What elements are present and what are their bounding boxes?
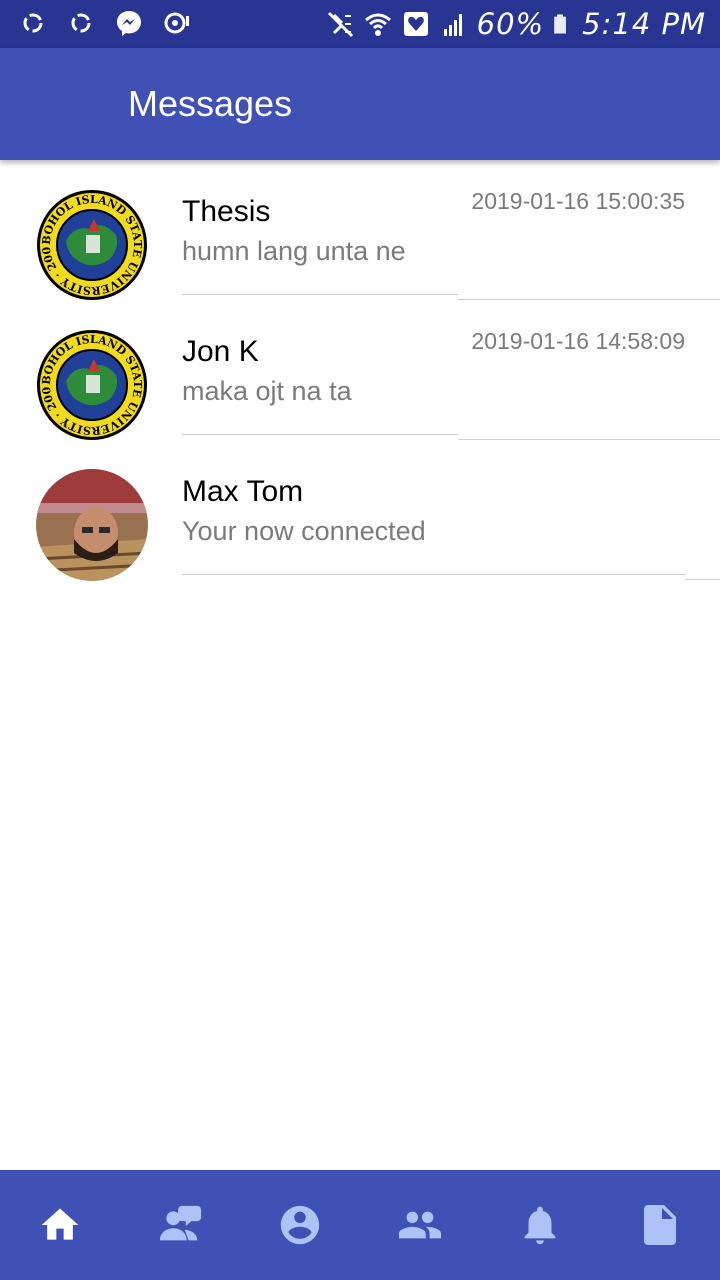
avatar: BOHOL ISLAND STATE UNIVERSITY · 2009 ·: [36, 329, 148, 441]
bottom-navigation: [0, 1170, 720, 1280]
battery-icon: [554, 14, 567, 34]
conversation-name: Max Tom: [182, 475, 304, 508]
nav-home[interactable]: [0, 1170, 120, 1280]
nav-profile[interactable]: [240, 1170, 360, 1280]
people-chat-icon: [159, 1205, 202, 1241]
divider: [458, 439, 720, 440]
conversation-preview: Your now connected: [182, 516, 426, 546]
group-icon: [398, 1211, 442, 1239]
clock: 5:14 PM: [582, 7, 706, 41]
home-icon: [41, 1208, 79, 1240]
avatar: BOHOL ISLAND STATE UNIVERSITY · 2009 ·: [36, 189, 148, 301]
account-circle-icon: [280, 1205, 320, 1245]
status-bar: 60% 5:14 PM: [0, 0, 720, 48]
conversation-item[interactable]: Max Tom Your now connected: [0, 440, 720, 581]
media-icon: [164, 12, 189, 34]
divider: [686, 579, 720, 580]
bell-icon: [524, 1206, 556, 1245]
university-seal-icon: BOHOL ISLAND STATE UNIVERSITY · 2009 ·: [36, 329, 147, 440]
signal-icon: [443, 14, 462, 36]
page-title: Messages: [128, 83, 293, 124]
conversation-name: Jon K: [182, 335, 259, 368]
conversation-item[interactable]: BOHOL ISLAND STATE UNIVERSITY · 2009 · J…: [0, 300, 720, 440]
conversation-time: 2019-01-16 14:58:09: [471, 328, 685, 354]
system-indicators: 60% 5:14 PM: [325, 0, 706, 48]
conversation-list: BOHOL ISLAND STATE UNIVERSITY · 2009 · T…: [0, 160, 720, 581]
conversation-name: Thesis: [182, 195, 271, 228]
wifi-icon: [364, 13, 391, 36]
document-icon: [644, 1205, 676, 1245]
divider: [182, 434, 458, 435]
university-seal-icon: BOHOL ISLAND STATE UNIVERSITY · 2009 ·: [36, 189, 147, 300]
notification-icons: [18, 8, 192, 38]
conversation-time: 2019-01-16 15:00:35: [471, 188, 685, 214]
app-bar: Messages: [0, 48, 720, 160]
sync-icon: [23, 13, 43, 33]
conversation-preview: humn lang unta ne: [182, 236, 406, 266]
sync-icon: [71, 13, 91, 33]
nav-documents[interactable]: [600, 1170, 720, 1280]
messenger-icon: [117, 11, 141, 36]
nav-notifications[interactable]: [480, 1170, 600, 1280]
divider: [182, 574, 686, 575]
conversation-preview: maka ojt na ta: [182, 376, 352, 406]
nav-friends[interactable]: [360, 1170, 480, 1280]
mute-icon: [327, 11, 353, 38]
user-photo-icon: [36, 469, 148, 581]
conversation-item[interactable]: BOHOL ISLAND STATE UNIVERSITY · 2009 · T…: [0, 160, 720, 300]
nav-chats[interactable]: [120, 1170, 240, 1280]
avatar: [36, 469, 148, 581]
battery-percent: 60%: [476, 7, 545, 41]
divider: [182, 294, 458, 295]
heart-icon: [403, 12, 428, 36]
